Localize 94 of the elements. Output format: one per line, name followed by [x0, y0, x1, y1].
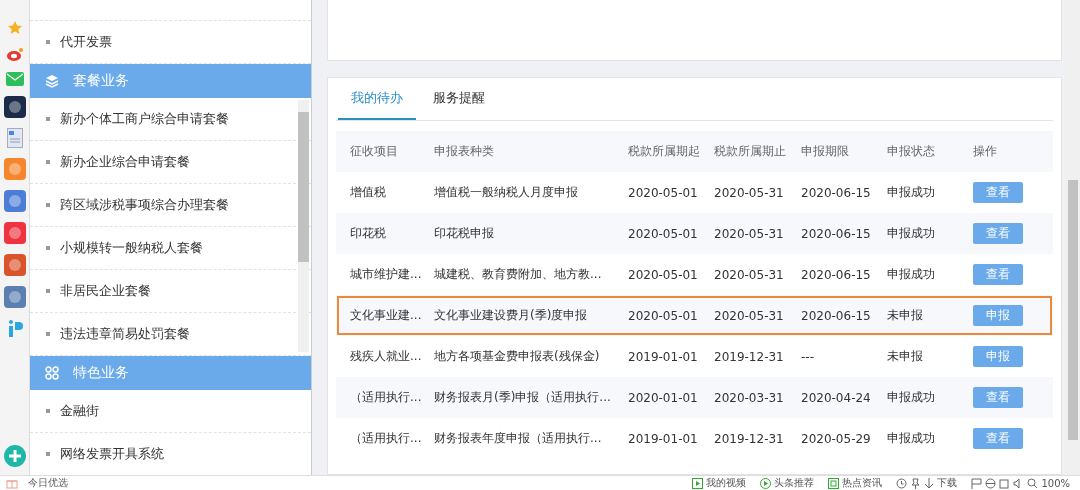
table-cell-text: 2019-01-01 — [628, 431, 699, 446]
table-cell-text: 2020-05-31 — [714, 226, 785, 241]
status-link[interactable]: 今日优选 — [28, 476, 68, 490]
bullet-icon — [46, 246, 50, 250]
bullet-icon — [46, 160, 50, 164]
menu-item[interactable]: 网络发票开具系统 — [60, 445, 164, 463]
window-icon[interactable] — [999, 477, 1011, 489]
menu-item[interactable]: 跨区域涉税事项综合办理套餐 — [60, 196, 229, 214]
star-icon[interactable] — [6, 20, 23, 36]
table-cell-text: （适用执行... — [350, 389, 423, 406]
menu-item[interactable]: 新办企业综合申请套餐 — [60, 153, 190, 171]
bullet-icon — [46, 117, 50, 121]
app-icon[interactable] — [3, 96, 26, 118]
table-cell-text: 文化事业建... — [350, 307, 423, 324]
table-cell-text: 未申报 — [887, 307, 924, 324]
table-cell-text: 2020-05-01 — [628, 185, 699, 200]
table-cell-text: 增值税 — [350, 184, 387, 201]
table-cell-text: 印花税申报 — [434, 225, 495, 242]
table-cell-text: 2020-05-31 — [714, 308, 785, 323]
status-item[interactable]: 100% — [1041, 477, 1070, 489]
column-header: 申报期限 — [801, 143, 850, 160]
status-item[interactable]: 我的视频 — [706, 476, 747, 490]
grid-icon — [45, 366, 59, 380]
menu-item[interactable]: 代开发票 — [60, 33, 112, 51]
news-icon — [828, 477, 840, 489]
weibo-icon[interactable] — [5, 46, 24, 62]
tab[interactable]: 服务提醒 — [420, 78, 498, 120]
table-cell-text: 2020-05-31 — [714, 185, 785, 200]
scrollbar[interactable] — [1065, 0, 1080, 475]
menu-item[interactable]: 违法违章简易处罚套餐 — [60, 325, 190, 343]
table-cell-text: 2020-05-01 — [628, 267, 699, 282]
bullet-icon — [46, 452, 50, 456]
table-cell-text: 城建税、教育费附加、地方教... — [434, 266, 603, 283]
bullet-icon — [46, 409, 50, 413]
table-cell-text: 地方各项基金费申报表(残保金) — [434, 348, 601, 365]
column-header: 申报状态 — [887, 143, 936, 160]
table-cell-text: 印花税 — [350, 225, 387, 242]
table-cell-text: 财务报表年度申报（适用执行... — [434, 430, 603, 447]
mail-icon[interactable] — [5, 72, 24, 86]
table-cell-text: 2020-06-15 — [801, 185, 872, 200]
table-cell-text: 2020-03-31 — [714, 390, 785, 405]
table-cell-text: 2020-05-01 — [628, 308, 699, 323]
table-cell-text: 增值税一般纳税人月度申报 — [434, 184, 579, 201]
table-cell-text: 2020-01-01 — [628, 390, 699, 405]
table-cell-text: 残疾人就业... — [350, 348, 423, 365]
browser-icon[interactable] — [985, 477, 997, 489]
table-cell-text: 2020-06-15 — [801, 226, 872, 241]
tab[interactable]: 我的待办 — [338, 78, 416, 120]
table-cell-text: 2020-06-15 — [801, 267, 872, 282]
table-cell-text: 未申报 — [887, 348, 924, 365]
table-cell-text: 城市维护建... — [350, 266, 423, 283]
bullet-icon — [46, 332, 50, 336]
table-cell-text: 2019-01-01 — [628, 349, 699, 364]
flag-icon[interactable] — [971, 477, 983, 489]
download-icon — [924, 477, 935, 489]
menu-item[interactable]: 金融街 — [60, 402, 99, 420]
column-header: 税款所属期止 — [714, 143, 787, 160]
status-item[interactable]: 下载 — [937, 476, 958, 490]
menu-item[interactable]: 小规模转一般纳税人套餐 — [60, 239, 203, 257]
table-cell-text: 2020-05-01 — [628, 226, 699, 241]
play-icon — [760, 477, 772, 489]
search-icon[interactable] — [1027, 477, 1039, 489]
table-cell-text: 财务报表月(季)申报（适用执行... — [434, 389, 612, 406]
pin-icon[interactable] — [910, 477, 922, 489]
table-cell-text: 申报成功 — [887, 430, 936, 447]
column-header: 征收项目 — [350, 143, 399, 160]
column-header: 操作 — [973, 143, 998, 160]
bullet-icon — [46, 40, 50, 44]
table-cell-text: 2020-05-29 — [801, 431, 872, 446]
table-cell-text: 2019-12-31 — [714, 431, 785, 446]
menu-item[interactable]: 新办个体工商户综合申请套餐 — [60, 110, 229, 128]
table-cell-text: 申报成功 — [887, 184, 936, 201]
table-cell-text: 申报成功 — [887, 266, 936, 283]
table-cell-text: 申报成功 — [887, 225, 936, 242]
table-cell-text: 2020-05-31 — [714, 267, 785, 282]
status-item[interactable]: 头条推荐 — [774, 476, 815, 490]
layers-icon — [45, 74, 59, 88]
bullet-icon — [46, 289, 50, 293]
play-icon — [692, 477, 704, 489]
table-cell-text: 2020-04-24 — [801, 390, 872, 405]
menu-item[interactable]: 非居民企业套餐 — [60, 282, 151, 300]
column-header: 申报表种类 — [434, 143, 495, 160]
bullet-icon — [46, 203, 50, 207]
status-item[interactable]: 热点资讯 — [842, 476, 883, 490]
scrollbar[interactable] — [298, 100, 309, 352]
document-icon[interactable] — [6, 128, 23, 148]
table-cell-text: 2019-12-31 — [714, 349, 785, 364]
table-cell-text: 2020-06-15 — [801, 308, 872, 323]
column-header: 税款所属期起 — [628, 143, 701, 160]
table-cell-text: （适用执行... — [350, 430, 423, 447]
table-cell-text: 申报成功 — [887, 389, 936, 406]
table-cell-text: --- — [801, 349, 815, 364]
table-cell-text: 文化事业建设费月(季)度申报 — [434, 307, 589, 324]
history-icon[interactable] — [896, 477, 908, 489]
